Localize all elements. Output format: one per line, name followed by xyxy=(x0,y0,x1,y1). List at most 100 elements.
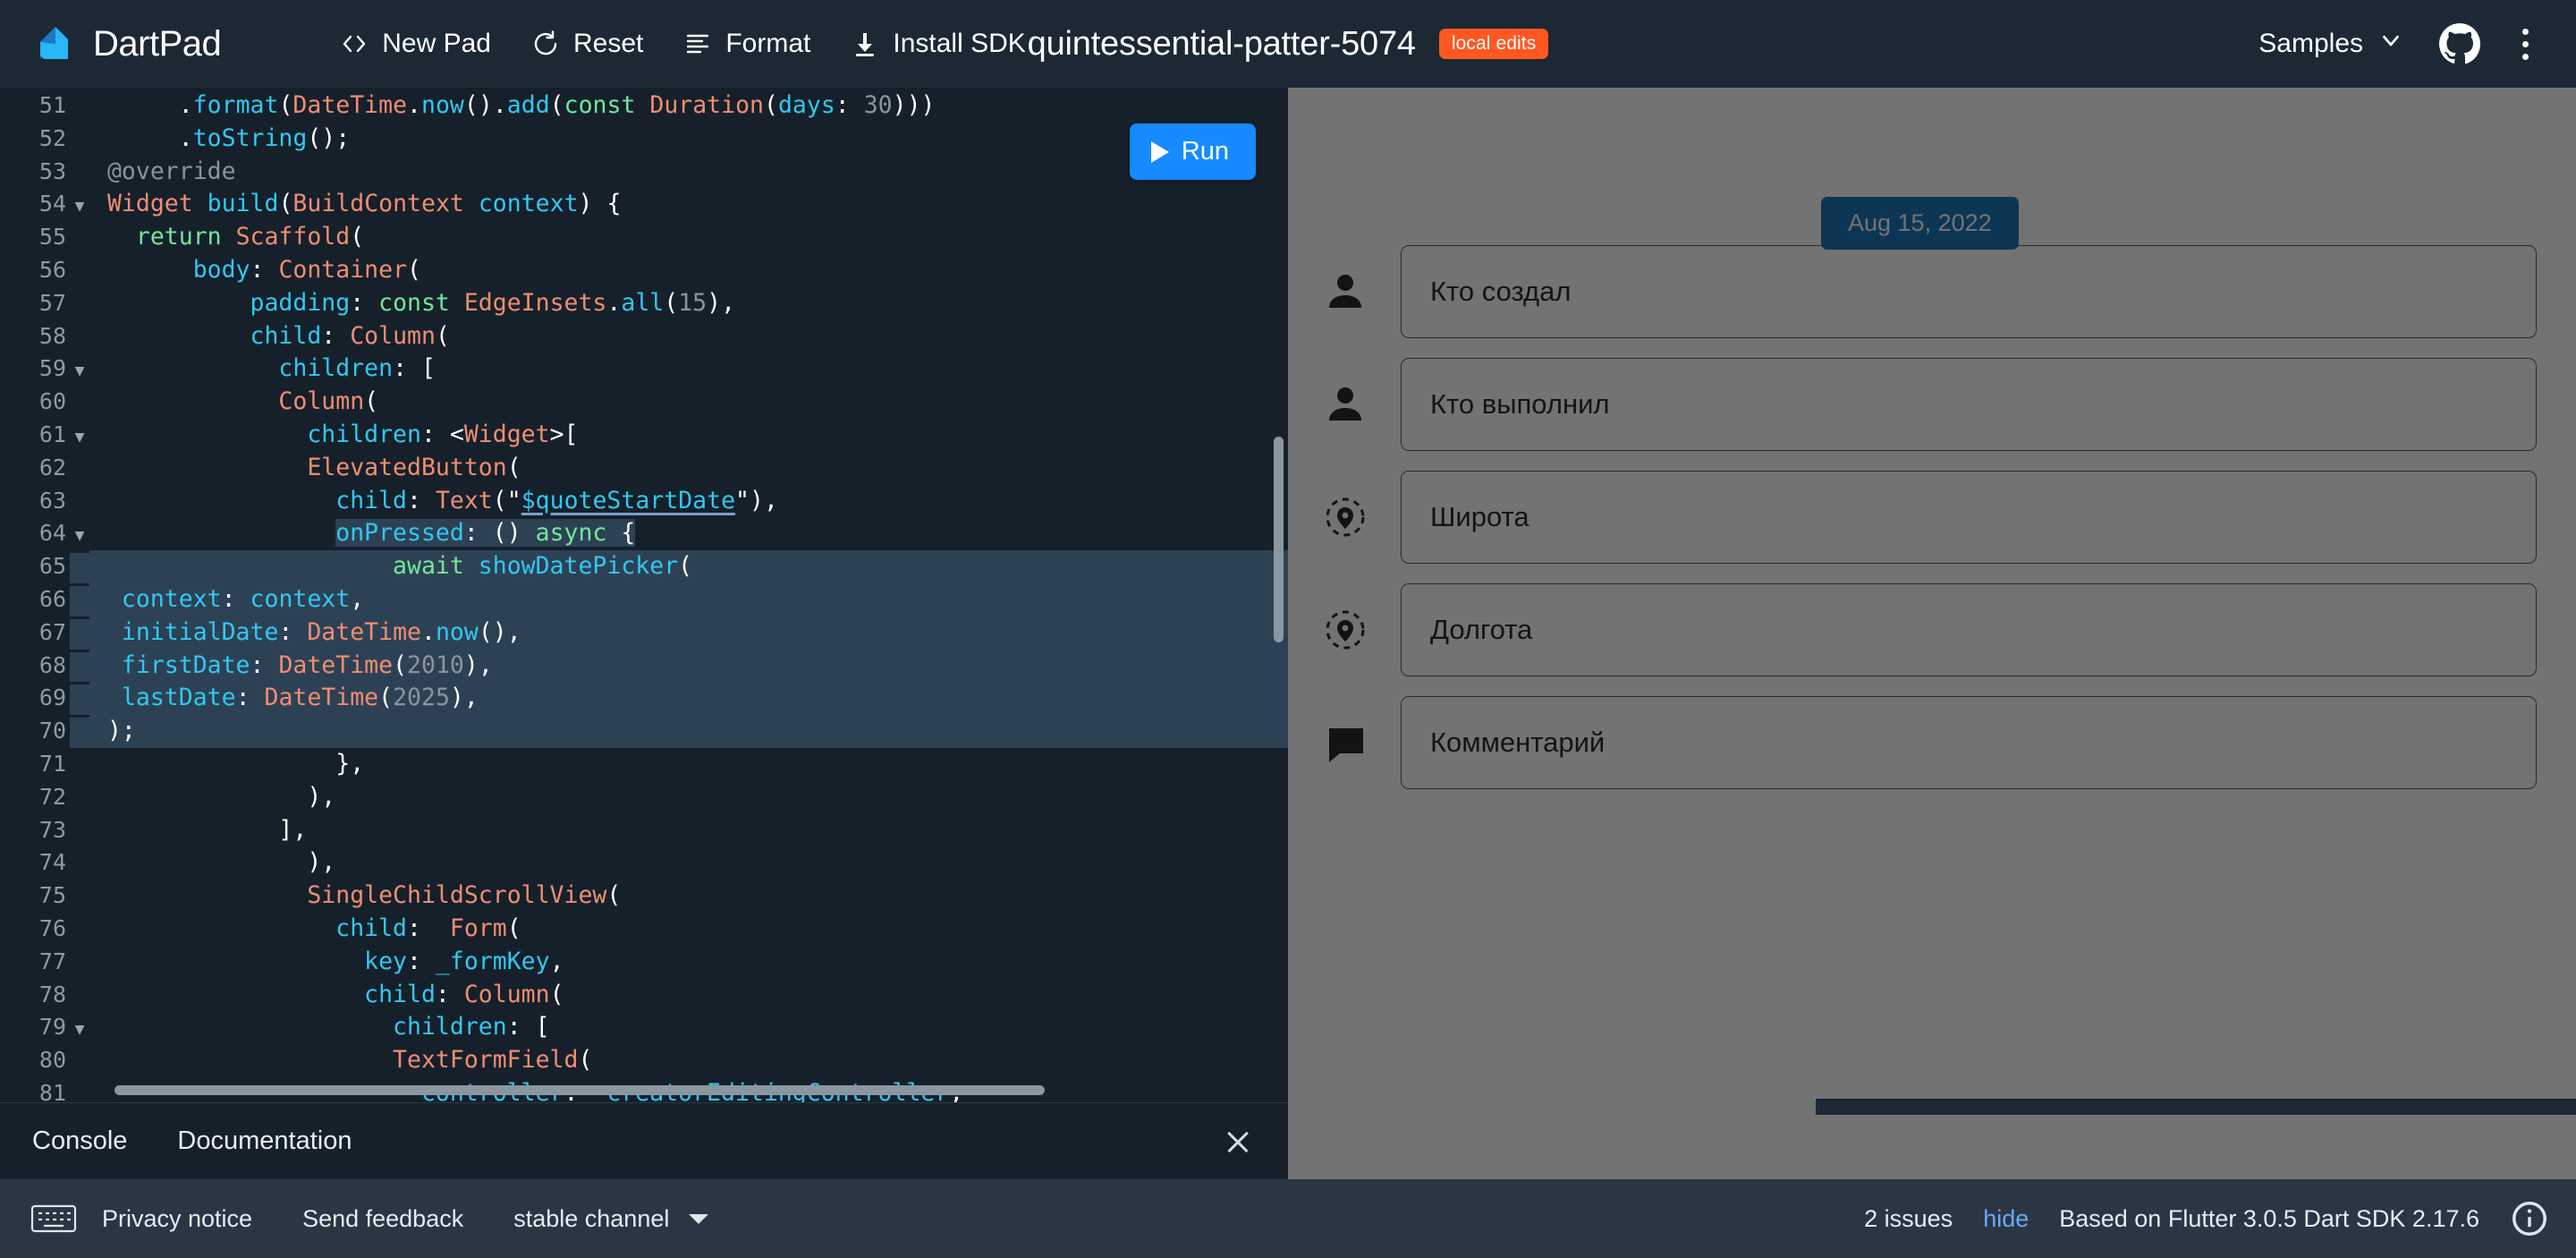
line-number: 79 xyxy=(38,1014,66,1041)
code-line[interactable]: 63 child: Text("$quoteStartDate"), xyxy=(0,485,1288,518)
line-number: 74 xyxy=(38,849,66,876)
code-text: }, xyxy=(335,749,365,778)
fold-arrow-icon[interactable]: ▼ xyxy=(70,517,89,553)
tab-documentation[interactable]: Documentation xyxy=(177,1126,352,1156)
issue-count: 2 issues xyxy=(1864,1204,1953,1232)
code-line[interactable]: 66 context: context, xyxy=(0,582,1288,616)
line-number: 57 xyxy=(38,289,66,316)
install-sdk-label: Install SDK xyxy=(893,29,1026,58)
modal-scrim[interactable] xyxy=(1288,88,2576,1179)
code-text: child: Text("$quoteStartDate"), xyxy=(335,486,778,514)
code-line[interactable]: 56 body: Container( xyxy=(0,254,1288,287)
samples-dropdown[interactable]: Samples xyxy=(2248,18,2415,70)
code-line[interactable]: 55 return Scaffold( xyxy=(0,221,1288,254)
editor-horizontal-scrollbar[interactable] xyxy=(114,1085,1045,1095)
fold-arrow-icon[interactable]: ▼ xyxy=(70,353,89,388)
code-line[interactable]: 71 }, xyxy=(0,748,1288,781)
install-sdk-button[interactable]: Install SDK xyxy=(830,18,1045,70)
close-icon[interactable] xyxy=(1218,1122,1258,1161)
line-number: 72 xyxy=(38,783,66,810)
code-text: padding: const EdgeInsets.all(15), xyxy=(250,288,736,317)
code-text: TextFormField( xyxy=(393,1046,593,1075)
format-button[interactable]: Format xyxy=(663,18,830,70)
hide-issues-link[interactable]: hide xyxy=(1983,1205,2029,1233)
code-line[interactable]: 78 child: Column( xyxy=(0,979,1288,1012)
page-title: quintessential-patter-5074 xyxy=(1027,24,1416,63)
code-line[interactable]: 76 child: Form( xyxy=(0,913,1288,946)
code-lines[interactable]: 51 .format(DateTime.now().add(const Dura… xyxy=(0,88,1288,1102)
code-line[interactable]: 68 firstDate: DateTime(2010), xyxy=(0,649,1288,683)
info-icon[interactable] xyxy=(2510,1199,2549,1238)
fold-spacer xyxy=(70,682,89,685)
github-icon[interactable] xyxy=(2438,22,2481,65)
code-line[interactable]: 53 @override xyxy=(0,156,1288,189)
fold-spacer xyxy=(70,649,89,652)
top-toolbar: DartPad New Pad Reset Format Install SDK… xyxy=(0,0,2576,88)
code-line[interactable]: 57 padding: const EdgeInsets.all(15), xyxy=(0,287,1288,320)
keyboard-icon[interactable] xyxy=(30,1201,77,1237)
line-number: 70 xyxy=(0,715,70,748)
code-line[interactable]: 52 .toString(); xyxy=(0,123,1288,156)
status-badge: local edits xyxy=(1438,29,1549,59)
refresh-icon xyxy=(530,29,561,59)
fold-arrow-icon[interactable]: ▼ xyxy=(70,1011,89,1047)
line-number: 80 xyxy=(38,1047,66,1074)
kebab-menu-icon[interactable] xyxy=(2504,23,2546,64)
fold-arrow-icon[interactable]: ▼ xyxy=(70,419,89,455)
code-text: ); xyxy=(106,717,136,745)
line-number: 63 xyxy=(38,487,66,514)
code-line[interactable]: 62 ElevatedButton( xyxy=(0,452,1288,485)
code-line[interactable]: 64 ▼ onPressed: () async { xyxy=(0,517,1288,550)
code-editor[interactable]: 51 .format(DateTime.now().add(const Dura… xyxy=(0,88,1288,1102)
code-line[interactable]: 70 ); xyxy=(0,715,1288,748)
main-split: 51 .format(DateTime.now().add(const Dura… xyxy=(0,88,2576,1179)
run-button[interactable]: Run xyxy=(1129,123,1256,180)
line-number: 68 xyxy=(0,649,70,683)
code-text: await showDatePicker( xyxy=(393,552,693,581)
code-line[interactable]: 65 await showDatePicker( xyxy=(0,550,1288,583)
code-text: ), xyxy=(307,782,336,811)
tab-console[interactable]: Console xyxy=(32,1126,127,1156)
fold-arrow-icon[interactable]: ▼ xyxy=(70,188,89,224)
code-line[interactable]: 54 ▼ Widget build(BuildContext context) { xyxy=(0,188,1288,221)
code-line[interactable]: 67 initialDate: DateTime.now(), xyxy=(0,616,1288,650)
reset-button[interactable]: Reset xyxy=(511,18,663,70)
code-line[interactable]: 73 ], xyxy=(0,814,1288,847)
code-text: children: [ xyxy=(278,354,436,383)
line-number: 75 xyxy=(38,882,66,909)
new-pad-button[interactable]: New Pad xyxy=(319,18,511,70)
code-line[interactable]: 79 ▼ children: [ xyxy=(0,1011,1288,1044)
code-line[interactable]: 69 lastDate: DateTime(2025), xyxy=(0,682,1288,716)
code-text: return Scaffold( xyxy=(135,223,365,251)
code-line[interactable]: 51 .format(DateTime.now().add(const Dura… xyxy=(0,89,1288,123)
code-line[interactable]: 74 ), xyxy=(0,846,1288,880)
brand[interactable]: DartPad xyxy=(32,22,222,65)
fold-spacer xyxy=(70,582,89,586)
line-number: 71 xyxy=(38,750,66,777)
code-line[interactable]: 80 TextFormField( xyxy=(0,1044,1288,1077)
editor-vertical-scrollbar[interactable] xyxy=(1274,437,1284,642)
line-number: 54 xyxy=(38,191,66,217)
code-line[interactable]: 75 SingleChildScrollView( xyxy=(0,880,1288,913)
code-line[interactable]: 61 ▼ children: <Widget>[ xyxy=(0,419,1288,452)
channel-dropdown[interactable]: stable channel xyxy=(513,1205,709,1233)
flutter-app-surface: Aug 15, 2022 Кто создал Кто выполнил xyxy=(1288,88,2576,1179)
code-line[interactable]: 72 ), xyxy=(0,781,1288,814)
editor-pane: 51 .format(DateTime.now().add(const Dura… xyxy=(0,88,1288,1179)
code-line[interactable]: 60 Column( xyxy=(0,386,1288,419)
code-text: lastDate: DateTime(2025), xyxy=(121,684,479,712)
send-feedback-link[interactable]: Send feedback xyxy=(302,1205,463,1233)
privacy-notice-link[interactable]: Privacy notice xyxy=(102,1205,252,1233)
code-line[interactable]: 58 child: Column( xyxy=(0,320,1288,353)
code-line[interactable]: 59 ▼ children: [ xyxy=(0,353,1288,386)
code-line[interactable]: 77 key: _formKey, xyxy=(0,946,1288,979)
